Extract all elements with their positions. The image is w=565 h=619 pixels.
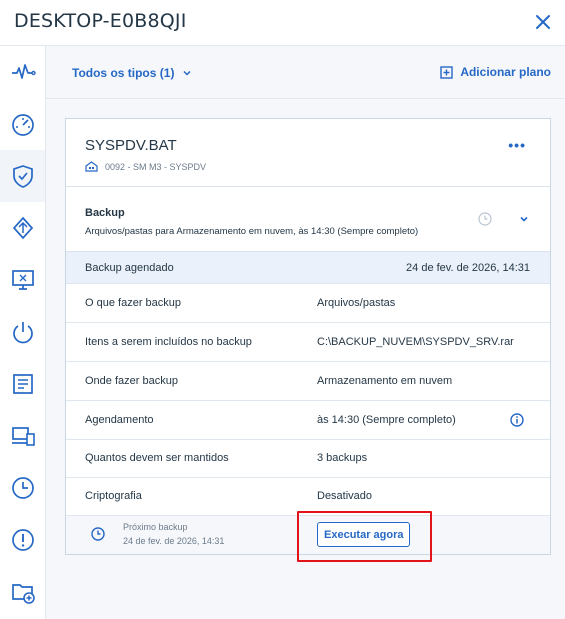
close-icon[interactable] (531, 10, 555, 34)
sidebar-item-backup[interactable] (0, 202, 45, 254)
remote-desktop-icon (11, 270, 34, 290)
add-plan-label: Adicionar plano (460, 65, 551, 79)
detail-value: Arquivos/pastas (317, 297, 396, 309)
detail-row: Itens a serem incluídos no backup C:\BAC… (66, 323, 550, 362)
device-name: SYSPDV.BAT (85, 137, 177, 154)
dashboard-icon (11, 114, 34, 136)
detail-row: Agendamento às 14:30 (Sempre completo) (66, 401, 550, 440)
sidebar (0, 46, 46, 619)
clock-icon (91, 527, 105, 541)
detail-value: Desativado (317, 490, 373, 502)
next-backup-label: Próximo backup (123, 522, 188, 532)
detail-value: às 14:30 (Sempre completo) (317, 414, 456, 426)
main-content: Todos os tipos (1) Adicionar plano SYSPD… (46, 46, 565, 619)
detail-key: Itens a serem incluídos no backup (85, 336, 252, 348)
detail-value: C:\BACKUP_NUVEM\SYSPDV_SRV.rar (317, 336, 514, 348)
detail-row: Quantos devem ser mantidos 3 backups (66, 440, 550, 478)
detail-value: Armazenamento em nuvem (317, 375, 453, 387)
detail-key: Onde fazer backup (85, 375, 178, 387)
sidebar-item-add-folder[interactable] (0, 566, 45, 618)
add-plan-button[interactable]: Adicionar plano (440, 65, 551, 79)
power-icon (12, 322, 33, 344)
sidebar-item-dashboard[interactable] (0, 98, 45, 150)
sidebar-item-protection[interactable] (0, 150, 45, 202)
type-filter-dropdown[interactable]: Todos os tipos (1) (72, 66, 192, 80)
sidebar-item-alerts[interactable] (0, 514, 45, 566)
plan-description: Arquivos/pastas para Armazenamento em nu… (85, 226, 419, 237)
more-options-icon[interactable]: ••• (508, 137, 526, 153)
sidebar-item-reports[interactable] (0, 358, 45, 410)
detail-key: Criptografia (85, 490, 142, 502)
history-icon (11, 477, 34, 499)
add-plan-icon (440, 65, 454, 79)
clock-icon (478, 212, 492, 226)
sidebar-item-history[interactable] (0, 462, 45, 514)
sidebar-item-devices[interactable] (0, 410, 45, 462)
run-now-button[interactable]: Executar agora (317, 522, 411, 547)
plan-summary[interactable]: Backup Arquivos/pastas para Armazenament… (66, 187, 550, 252)
detail-key: O que fazer backup (85, 297, 182, 309)
backup-icon (12, 216, 33, 240)
scheduled-backup-label: Backup agendado (85, 262, 174, 274)
filter-bar: Todos os tipos (1) Adicionar plano (46, 46, 565, 99)
sidebar-item-remote-desktop[interactable] (0, 254, 45, 306)
next-backup-footer: Próximo backup 24 de fev. de 2026, 14:31… (66, 516, 550, 554)
organization-icon (85, 161, 98, 172)
chevron-down-icon[interactable] (517, 212, 531, 226)
devices-icon (11, 427, 35, 446)
detail-row: Onde fazer backup Armazenamento em nuvem (66, 362, 550, 401)
device-card: SYSPDV.BAT 0092 - SM M3 - SYSPDV ••• Bac… (65, 118, 551, 555)
chevron-down-icon (183, 70, 191, 76)
scheduled-backup-value: 24 de fev. de 2026, 14:31 (406, 262, 530, 274)
detail-row: Criptografia Desativado (66, 478, 550, 516)
activity-icon (11, 64, 36, 79)
scheduled-backup-row: Backup agendado 24 de fev. de 2026, 14:3… (66, 252, 550, 284)
type-filter-label: Todos os tipos (1) (72, 66, 175, 80)
next-backup-time: 24 de fev. de 2026, 14:31 (123, 536, 225, 546)
alert-icon (11, 529, 34, 551)
detail-value: 3 backups (317, 452, 368, 464)
sidebar-item-power[interactable] (0, 306, 45, 358)
plan-name: Backup (85, 207, 125, 219)
title-bar: DESKTOP-E0B8QJI (0, 0, 565, 46)
device-subtitle: 0092 - SM M3 - SYSPDV (85, 161, 206, 172)
sidebar-item-activity[interactable] (0, 46, 45, 98)
device-header: SYSPDV.BAT 0092 - SM M3 - SYSPDV ••• (66, 119, 550, 187)
report-icon (12, 374, 33, 394)
detail-key: Quantos devem ser mantidos (85, 452, 229, 464)
detail-row: O que fazer backup Arquivos/pastas (66, 284, 550, 323)
info-icon[interactable] (510, 413, 524, 427)
folder-add-icon (11, 584, 35, 604)
shield-icon (12, 165, 33, 188)
window-title: DESKTOP-E0B8QJI (14, 10, 187, 32)
device-subtitle-text: 0092 - SM M3 - SYSPDV (105, 161, 207, 172)
detail-key: Agendamento (85, 414, 154, 426)
